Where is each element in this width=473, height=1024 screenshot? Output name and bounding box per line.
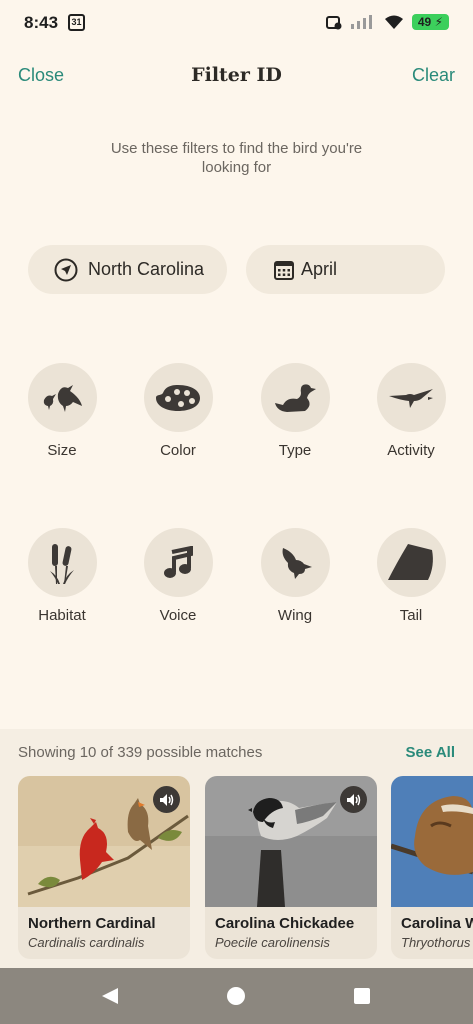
location-filter-button[interactable]: North Carolina bbox=[28, 245, 227, 294]
signal-icon bbox=[350, 15, 372, 29]
filter-wing-label: Wing bbox=[277, 607, 313, 624]
filter-color-label: Color bbox=[160, 442, 196, 459]
filter-voice-circle bbox=[143, 528, 213, 597]
location-label: North Carolina bbox=[88, 259, 205, 279]
cattail-icon bbox=[50, 543, 74, 584]
page-title: Filter ID bbox=[191, 64, 282, 86]
filter-activity-circle bbox=[376, 363, 446, 432]
filter-type[interactable]: Type bbox=[249, 363, 341, 459]
tail-icon bbox=[388, 543, 433, 580]
speaker-icon bbox=[346, 793, 360, 806]
bird-card-carolina-chickadee[interactable]: Carolina Chickadee Poecile carolinensis bbox=[205, 776, 377, 959]
music-note-icon bbox=[164, 545, 193, 578]
bird-scientific-name: Thryothorus bbox=[401, 935, 471, 950]
flying-bird-icon bbox=[389, 388, 433, 408]
wifi-icon bbox=[384, 15, 403, 29]
bird-name: Carolina Chickadee bbox=[215, 915, 355, 932]
filter-habitat-label: Habitat bbox=[38, 607, 86, 624]
filter-tail[interactable]: Tail bbox=[365, 528, 457, 624]
palette-icon bbox=[156, 384, 200, 411]
filter-size-label: Size bbox=[47, 442, 77, 459]
alarm-calendar-icon bbox=[325, 16, 342, 30]
filter-color-circle bbox=[143, 363, 213, 432]
bird-name: Northern Cardinal bbox=[28, 915, 156, 932]
location-arrow-icon bbox=[54, 258, 78, 282]
bird-scientific-name: Cardinalis cardinalis bbox=[28, 935, 145, 950]
filter-habitat-circle bbox=[27, 528, 97, 597]
home-icon[interactable] bbox=[226, 986, 246, 1006]
instructions-text: Use these filters to find the bird you'r… bbox=[110, 140, 363, 176]
wing-bird-icon bbox=[282, 547, 312, 579]
calendar-day: 31 bbox=[71, 17, 82, 27]
filter-size-circle bbox=[27, 363, 97, 432]
filter-activity-label: Activity bbox=[387, 442, 435, 459]
size-birds-icon bbox=[43, 384, 82, 412]
filter-wing[interactable]: Wing bbox=[249, 528, 341, 624]
header: Close Filter ID Clear bbox=[0, 56, 473, 96]
play-sound-button[interactable] bbox=[340, 786, 367, 813]
date-filter-button[interactable]: April bbox=[246, 245, 445, 294]
filter-wing-circle bbox=[260, 528, 330, 597]
see-all-button[interactable]: See All bbox=[406, 744, 455, 761]
filter-habitat[interactable]: Habitat bbox=[16, 528, 108, 624]
filter-color[interactable]: Color bbox=[132, 363, 224, 459]
bird-scientific-name: Poecile carolinensis bbox=[215, 935, 330, 950]
filter-size[interactable]: Size bbox=[16, 363, 108, 459]
carolina-wren-photo bbox=[391, 776, 473, 907]
filter-voice-label: Voice bbox=[159, 607, 197, 624]
speaker-icon bbox=[159, 793, 173, 806]
results-panel: Showing 10 of 339 possible matches See A… bbox=[0, 729, 473, 968]
filter-voice[interactable]: Voice bbox=[132, 528, 224, 624]
filter-tail-circle bbox=[376, 528, 446, 597]
back-icon[interactable] bbox=[100, 986, 120, 1006]
system-nav-bar bbox=[0, 968, 473, 1024]
filter-activity[interactable]: Activity bbox=[365, 363, 457, 459]
clear-button[interactable]: Clear bbox=[412, 65, 455, 86]
status-bar: 8:43 31 49 ⚡ bbox=[0, 0, 473, 46]
calendar-icon bbox=[274, 261, 294, 280]
bird-card-carolina-wren[interactable]: Carolina W Thryothorus bbox=[391, 776, 473, 959]
recents-icon[interactable] bbox=[353, 986, 371, 1006]
calendar-notification-icon: 31 bbox=[68, 14, 85, 31]
battery-level: 49 bbox=[417, 15, 432, 29]
play-sound-button[interactable] bbox=[153, 786, 180, 813]
duck-icon bbox=[275, 383, 316, 412]
bird-card-northern-cardinal[interactable]: Northern Cardinal Cardinalis cardinalis bbox=[18, 776, 190, 959]
battery-indicator: 49 ⚡ bbox=[411, 14, 449, 30]
filter-tail-label: Tail bbox=[399, 607, 423, 624]
date-label: April bbox=[301, 259, 338, 279]
bird-name: Carolina W bbox=[401, 915, 473, 932]
status-time: 8:43 bbox=[24, 13, 59, 32]
filter-type-circle bbox=[260, 363, 330, 432]
results-summary: Showing 10 of 339 possible matches bbox=[18, 744, 263, 761]
status-indicators: 49 ⚡ bbox=[325, 14, 449, 30]
filter-type-label: Type bbox=[278, 442, 312, 459]
